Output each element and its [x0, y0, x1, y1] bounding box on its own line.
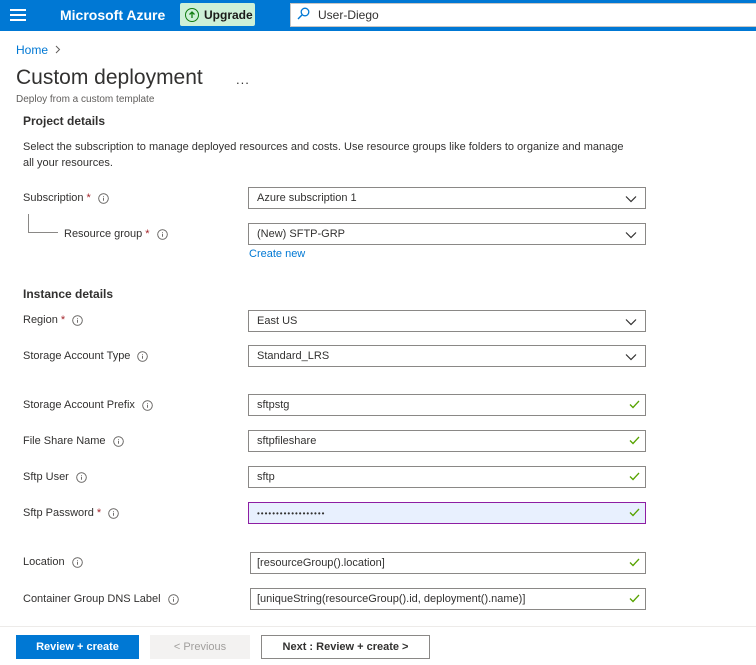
info-icon[interactable] — [72, 314, 83, 326]
sftp-password-value: •••••••••••••••••• — [257, 508, 326, 518]
resource-group-label: Resource group * — [64, 228, 168, 240]
required-marker: * — [60, 314, 66, 326]
dns-label-label-text: Container Group DNS Label — [23, 593, 161, 605]
location-label-text: Location — [23, 556, 65, 568]
page-title: Custom deployment — [16, 66, 203, 89]
sftp-user-input[interactable]: sftp — [248, 466, 646, 488]
dns-label-label: Container Group DNS Label — [23, 593, 179, 605]
sftp-user-label-text: Sftp User — [23, 471, 69, 483]
info-icon[interactable] — [167, 593, 179, 605]
checkmark-icon — [629, 436, 640, 448]
resource-group-value: (New) SFTP-GRP — [257, 228, 345, 240]
subscription-label-text: Subscription — [23, 192, 84, 204]
region-value: East US — [257, 315, 298, 327]
checkmark-icon — [629, 508, 640, 520]
checkmark-icon — [629, 594, 640, 606]
required-marker: * — [96, 507, 102, 519]
file-share-input[interactable]: sftpfileshare — [248, 430, 646, 452]
subscription-value: Azure subscription 1 — [257, 192, 357, 204]
subscription-label: Subscription * — [23, 192, 109, 204]
search-input[interactable]: User-Diego — [290, 3, 756, 27]
chevron-right-icon — [55, 43, 61, 57]
resource-group-dropdown[interactable]: (New) SFTP-GRP — [248, 223, 646, 245]
brand-title[interactable]: Microsoft Azure — [60, 7, 165, 23]
more-options-icon[interactable]: ... — [236, 72, 250, 87]
subscription-dropdown[interactable]: Azure subscription 1 — [248, 187, 646, 209]
chevron-down-icon — [625, 194, 637, 206]
location-value: [resourceGroup().location] — [257, 557, 385, 569]
info-icon[interactable] — [76, 471, 87, 483]
sftp-password-label-text: Sftp Password — [23, 507, 94, 519]
review-create-button[interactable]: Review + create — [16, 635, 139, 659]
info-icon[interactable] — [112, 435, 124, 447]
info-icon[interactable] — [71, 556, 83, 568]
storage-type-dropdown[interactable]: Standard_LRS — [248, 345, 646, 367]
resource-group-label-text: Resource group — [64, 228, 143, 240]
checkmark-icon — [629, 558, 640, 570]
storage-prefix-label: Storage Account Prefix — [23, 399, 153, 411]
location-input[interactable]: [resourceGroup().location] — [250, 552, 646, 574]
top-bar: Microsoft Azure Upgrade User-Diego — [0, 0, 756, 31]
breadcrumb-home[interactable]: Home — [16, 43, 48, 57]
sftp-user-value: sftp — [257, 471, 275, 483]
file-share-label-text: File Share Name — [23, 435, 106, 447]
page-subtitle: Deploy from a custom template — [16, 94, 155, 105]
upgrade-button[interactable]: Upgrade — [180, 3, 255, 26]
project-details-heading: Project details — [23, 114, 106, 128]
info-icon[interactable] — [137, 350, 149, 362]
info-icon[interactable] — [98, 192, 109, 204]
dns-label-input[interactable]: [uniqueString(resourceGroup().id, deploy… — [250, 588, 646, 610]
storage-prefix-value: sftpstg — [257, 399, 290, 411]
sftp-user-label: Sftp User — [23, 471, 87, 483]
file-share-value: sftpfileshare — [257, 435, 317, 447]
search-text: User-Diego — [318, 8, 379, 22]
chevron-down-icon — [625, 317, 637, 329]
required-marker: * — [145, 228, 150, 240]
chevron-down-icon — [625, 352, 637, 364]
region-dropdown[interactable]: East US — [248, 310, 646, 332]
tree-connector — [28, 214, 58, 233]
info-icon[interactable] — [108, 507, 119, 519]
storage-prefix-input[interactable]: sftpstg — [248, 394, 646, 416]
required-marker: * — [86, 192, 91, 204]
info-icon[interactable] — [156, 228, 168, 240]
dns-label-value: [uniqueString(resourceGroup().id, deploy… — [257, 593, 526, 605]
storage-prefix-label-text: Storage Account Prefix — [23, 399, 135, 411]
next-review-create-button[interactable]: Next : Review + create > — [261, 635, 430, 659]
region-label-text: Region — [23, 314, 58, 326]
project-description: Select the subscription to manage deploy… — [23, 141, 624, 169]
hamburger-menu-icon[interactable] — [10, 9, 26, 21]
region-label: Region * — [23, 314, 83, 326]
checkmark-icon — [629, 400, 640, 412]
location-label: Location — [23, 556, 83, 568]
chevron-down-icon — [625, 230, 637, 242]
create-new-link[interactable]: Create new — [249, 248, 305, 260]
file-share-label: File Share Name — [23, 435, 124, 447]
storage-type-label: Storage Account Type — [23, 350, 149, 362]
storage-type-value: Standard_LRS — [257, 350, 330, 362]
instance-details-heading: Instance details — [23, 287, 114, 301]
info-icon[interactable] — [142, 399, 153, 411]
breadcrumb: Home — [16, 43, 61, 57]
checkmark-icon — [629, 472, 640, 484]
search-icon — [297, 7, 310, 23]
upgrade-label: Upgrade — [204, 7, 253, 22]
sftp-password-input[interactable]: •••••••••••••••••• — [248, 502, 646, 524]
sftp-password-label: Sftp Password * — [23, 507, 119, 519]
storage-type-label-text: Storage Account Type — [23, 350, 131, 362]
footer-bar: Review + create < Previous Next : Review… — [0, 626, 756, 665]
upgrade-arrow-icon — [185, 7, 199, 22]
previous-button: < Previous — [150, 635, 250, 659]
